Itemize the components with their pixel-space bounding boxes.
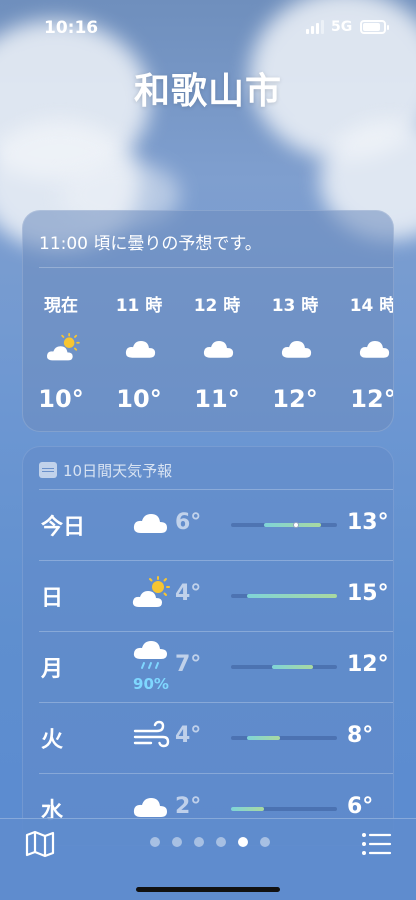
partly-sunny-icon (131, 576, 171, 610)
temp-range-bar (231, 594, 337, 598)
ten-day-header: 10日間天気予報 (39, 460, 172, 480)
hourly-summary: 11:00 頃に曇りの予想です。 (39, 234, 262, 254)
hour-temp: 11° (194, 385, 240, 413)
temp-range-bar (231, 665, 337, 669)
wind-icon (131, 718, 171, 752)
temp-range-bar (231, 807, 337, 811)
hour-temp: 12° (272, 385, 318, 413)
day-label: 日 (41, 586, 64, 611)
forecast-day-row[interactable]: 月 90% 7° 12° (39, 631, 393, 701)
day-label: 月 (41, 657, 64, 682)
page-indicator[interactable] (148, 837, 270, 847)
low-temp: 7° (175, 652, 202, 677)
hour-label: 13 時 (271, 296, 319, 316)
day-label: 火 (41, 728, 64, 753)
high-temp: 6° (347, 794, 374, 819)
cloud-icon (357, 333, 393, 363)
page-dot[interactable] (238, 837, 248, 847)
page-dot[interactable] (194, 837, 204, 847)
rain-cloud-icon (131, 639, 171, 673)
hour-label: 14 時 (349, 296, 394, 316)
hour-label: 12 時 (193, 296, 241, 316)
low-temp: 6° (175, 510, 202, 535)
divider (39, 267, 393, 268)
hour-label: 現在 (44, 296, 78, 316)
day-label: 今日 (41, 515, 86, 540)
list-icon[interactable] (360, 829, 392, 859)
page-dot[interactable] (150, 837, 160, 847)
cloud-icon (123, 333, 159, 363)
hour-label: 11 時 (115, 296, 163, 316)
forecast-day-row[interactable]: 日 4° 15° (39, 560, 393, 630)
hour-temp: 10° (38, 385, 84, 413)
city-name: 和歌山市 (133, 71, 282, 112)
low-temp: 2° (175, 794, 202, 819)
low-temp: 4° (175, 581, 202, 606)
network-type: 5G (331, 19, 353, 35)
ten-day-header-label: 10日間天気予報 (63, 462, 173, 480)
battery-icon (360, 20, 389, 34)
cloud-icon (201, 333, 237, 363)
temp-range-fill (247, 736, 280, 740)
temp-range-fill (247, 594, 337, 598)
temp-range-fill (263, 523, 321, 527)
hour-temp: 12° (350, 385, 394, 413)
hour-temp: 10° (116, 385, 162, 413)
temp-range-bar (231, 736, 337, 740)
home-indicator[interactable] (136, 887, 280, 892)
page-dot[interactable] (216, 837, 226, 847)
cloud-icon (279, 333, 315, 363)
status-bar: 10:16 5G (0, 0, 416, 56)
low-temp: 4° (175, 723, 202, 748)
forecast-day-row[interactable]: 今日 6° 13° (39, 489, 393, 559)
map-icon[interactable] (24, 829, 56, 859)
status-time: 10:16 (44, 18, 99, 38)
high-temp: 12° (347, 652, 389, 677)
page-dot[interactable] (260, 837, 270, 847)
hourly-forecast-card[interactable]: 11:00 頃に曇りの予想です。 現在 10° 11 時 10° 12 時 11° 13 時… (22, 210, 394, 432)
divider (39, 702, 393, 703)
precipitation-chance: 90% (133, 675, 169, 693)
current-temp-marker (293, 522, 300, 528)
divider (39, 631, 393, 632)
forecast-day-row[interactable]: 火 4° 8° (39, 702, 393, 772)
high-temp: 15° (347, 581, 389, 606)
page-dot[interactable] (172, 837, 182, 847)
high-temp: 13° (347, 510, 389, 535)
partly-sunny-icon (45, 333, 81, 363)
divider (39, 489, 393, 490)
cloud-icon (131, 505, 171, 539)
divider (39, 560, 393, 561)
temp-range-fill (231, 807, 264, 811)
calendar-icon (39, 462, 57, 478)
high-temp: 8° (347, 723, 374, 748)
cellular-signal-icon (306, 20, 324, 34)
ten-day-forecast-card[interactable]: 10日間天気予報 今日 6° 13° 日 4° 15° 月 90% 7° 12° 火 4° 8° 水 2° 6… (22, 446, 394, 846)
temp-range-fill (271, 665, 313, 669)
temp-range-bar (231, 522, 337, 528)
divider (39, 773, 393, 774)
bottom-toolbar (0, 818, 416, 900)
